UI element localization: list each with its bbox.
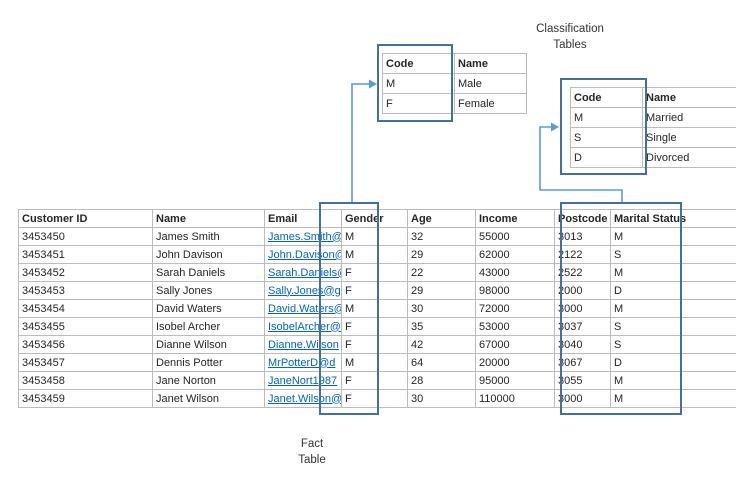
table-cell: 95000	[476, 372, 555, 390]
table-cell: 3453455	[19, 318, 153, 336]
table-cell: 42	[408, 336, 476, 354]
table-cell: Janet Wilson	[153, 390, 265, 408]
table-cell: 20000	[476, 354, 555, 372]
fact-table-label: Fact Table	[272, 437, 352, 468]
column-header: Customer ID	[19, 210, 153, 228]
table-cell: John Davison	[153, 246, 265, 264]
table-cell: 3453459	[19, 390, 153, 408]
table-cell: 62000	[476, 246, 555, 264]
table-cell: Jane Norton	[153, 372, 265, 390]
column-header: Name	[153, 210, 265, 228]
table-cell: 3453450	[19, 228, 153, 246]
classification-label-line2: Tables	[515, 38, 625, 54]
table-cell: 110000	[476, 390, 555, 408]
table-cell: 3453451	[19, 246, 153, 264]
marital-code-column-highlight	[560, 78, 647, 175]
table-cell: 3453458	[19, 372, 153, 390]
fact-label-line2: Table	[272, 453, 352, 469]
table-cell: 55000	[476, 228, 555, 246]
table-cell: 30	[408, 390, 476, 408]
arrowhead-icon	[551, 123, 559, 132]
table-cell: 67000	[476, 336, 555, 354]
table-cell: 29	[408, 282, 476, 300]
fact-label-line1: Fact	[272, 437, 352, 453]
table-cell: 3453457	[19, 354, 153, 372]
table-cell: Isobel Archer	[153, 318, 265, 336]
fact-gender-column-highlight	[319, 202, 379, 415]
column-header: Name	[643, 88, 736, 108]
table-cell: 3453456	[19, 336, 153, 354]
table-cell: 22	[408, 264, 476, 282]
table-cell: 53000	[476, 318, 555, 336]
table-cell: Female	[455, 94, 527, 114]
table-cell: Sarah Daniels	[153, 264, 265, 282]
table-cell: 3453453	[19, 282, 153, 300]
table-cell: Dianne Wilson	[153, 336, 265, 354]
table-cell: Divorced	[643, 148, 736, 168]
fact-marital-column-highlight	[560, 202, 682, 415]
table-cell: 43000	[476, 264, 555, 282]
gender-code-column-highlight	[377, 44, 453, 122]
table-cell: Male	[455, 74, 527, 94]
table-cell: 30	[408, 300, 476, 318]
table-cell: Dennis Potter	[153, 354, 265, 372]
table-cell: 35	[408, 318, 476, 336]
classification-label-line1: Classification	[515, 22, 625, 38]
table-cell: Sally Jones	[153, 282, 265, 300]
table-cell: 3453454	[19, 300, 153, 318]
table-cell: 72000	[476, 300, 555, 318]
table-cell: 64	[408, 354, 476, 372]
table-cell: 28	[408, 372, 476, 390]
table-cell: Single	[643, 128, 736, 148]
table-cell: David Waters	[153, 300, 265, 318]
table-cell: 32	[408, 228, 476, 246]
table-cell: Married	[643, 108, 736, 128]
arrowhead-icon	[369, 80, 377, 89]
table-cell: 3453452	[19, 264, 153, 282]
table-cell: 29	[408, 246, 476, 264]
classification-tables-label: Classification Tables	[515, 22, 625, 53]
gender-relationship-connector	[352, 80, 377, 203]
table-cell: 98000	[476, 282, 555, 300]
table-cell: James Smith	[153, 228, 265, 246]
column-header: Age	[408, 210, 476, 228]
column-header: Name	[455, 54, 527, 74]
diagram-canvas: Classification Tables CodeNameMMaleFFema…	[0, 0, 736, 495]
column-header: Income	[476, 210, 555, 228]
